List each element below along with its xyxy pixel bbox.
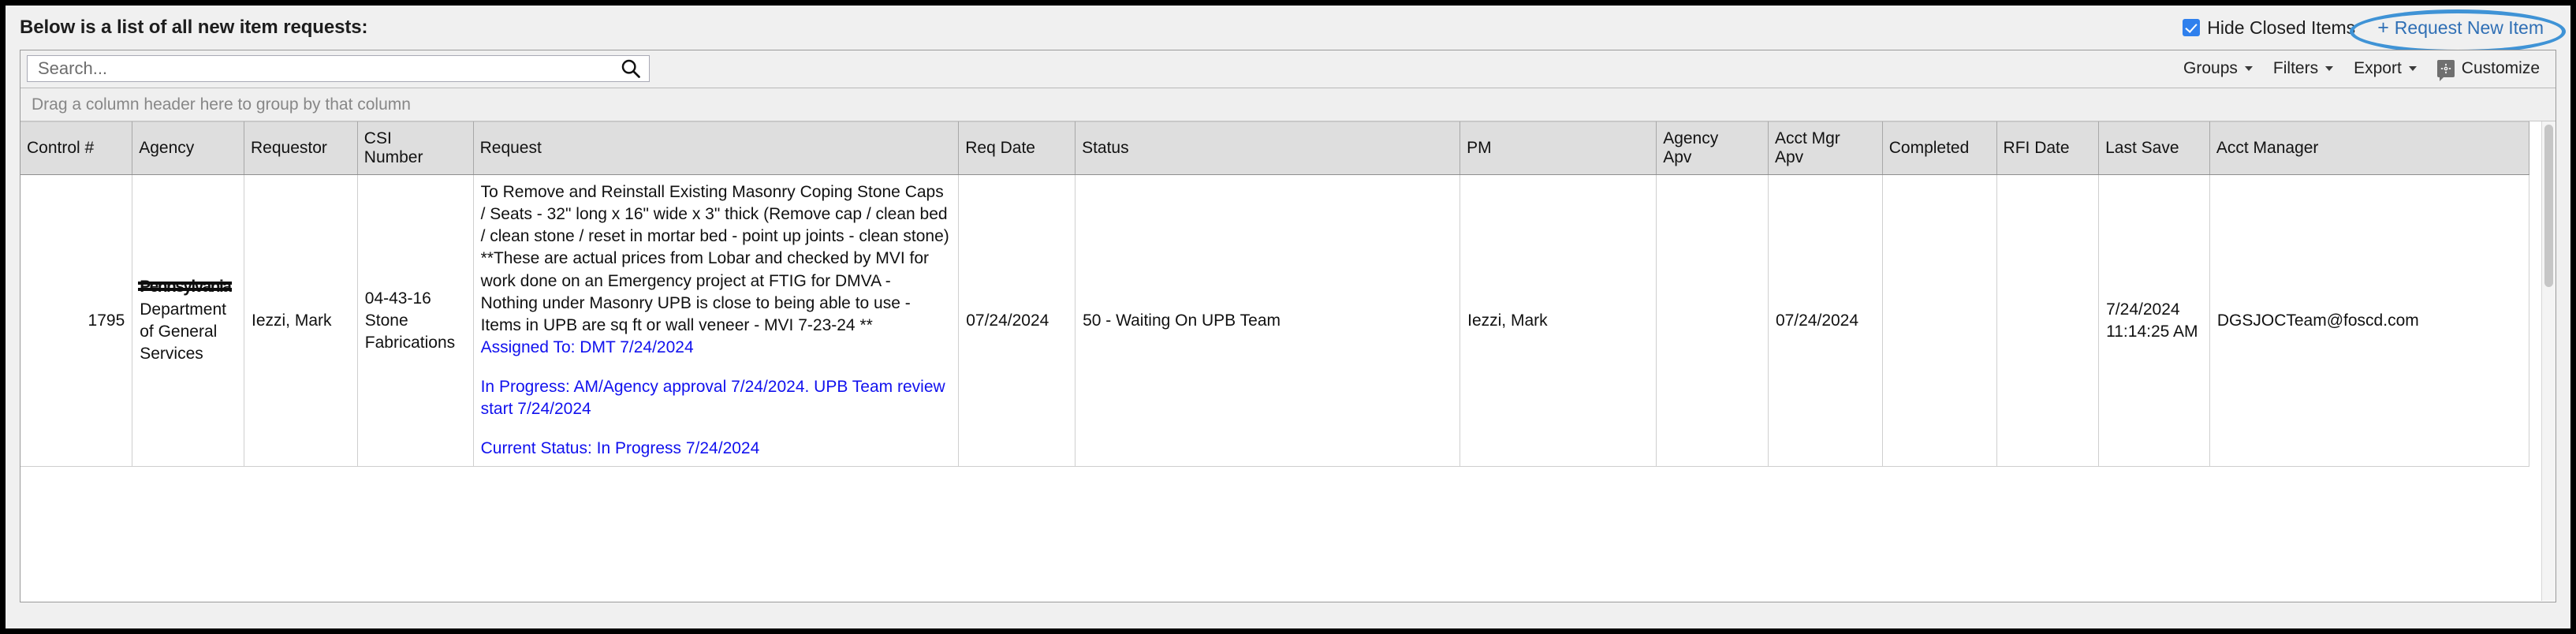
scrollbar-thumb[interactable] bbox=[2544, 125, 2553, 287]
column-header-label: RFI Date bbox=[2003, 139, 2070, 157]
cell-agency-text: Department of General Services bbox=[140, 300, 226, 363]
export-label: Export bbox=[2354, 59, 2402, 77]
column-header-label-line1: Agency bbox=[1663, 129, 1719, 147]
filters-dropdown[interactable]: Filters bbox=[2272, 59, 2334, 78]
column-header-control-number[interactable]: Control # bbox=[21, 121, 133, 175]
cell-control-number[interactable]: 1795 bbox=[21, 174, 133, 468]
data-grid-panel: Search... Groups Filters Export Customiz… bbox=[20, 50, 2556, 602]
column-header-request[interactable]: Request bbox=[473, 121, 960, 175]
cell-rfi-date bbox=[1996, 174, 2100, 468]
request-description: To Remove and Reinstall Existing Masonry… bbox=[480, 183, 949, 334]
column-header-label-line2: Number bbox=[363, 148, 423, 166]
column-header-req-date[interactable]: Req Date bbox=[958, 121, 1076, 175]
column-header-csi-number[interactable]: CSI Number bbox=[357, 121, 474, 175]
page-title: Below is a list of all new item requests… bbox=[20, 17, 368, 38]
column-header-status[interactable]: Status bbox=[1075, 121, 1461, 175]
header-actions: Hide Closed Items + Request New Item bbox=[2183, 16, 2556, 40]
cell-last-save: 7/24/2024 11:14:25 AM bbox=[2098, 174, 2210, 468]
column-header-label: PM bbox=[1467, 139, 1492, 157]
request-current-status-note: Current Status: In Progress 7/24/2024 bbox=[480, 439, 760, 458]
column-header-label: Request bbox=[479, 139, 542, 157]
column-header-label: Acct Manager bbox=[2216, 139, 2319, 157]
column-header-label: Completed bbox=[1888, 139, 1970, 157]
column-header-label: Status bbox=[1082, 139, 1129, 157]
chevron-down-icon bbox=[2325, 66, 2334, 71]
cell-request: To Remove and Reinstall Existing Masonry… bbox=[473, 174, 960, 468]
grid-scroll-area: Control # Agency Requestor CSI Number Re… bbox=[21, 121, 2555, 601]
checkbox-checked-icon[interactable] bbox=[2183, 19, 2201, 36]
gear-icon bbox=[2436, 60, 2455, 81]
column-header-acct-mgr-apv[interactable]: Acct Mgr Apv bbox=[1768, 121, 1883, 175]
column-header-acct-manager[interactable]: Acct Manager bbox=[2209, 121, 2530, 175]
search-input[interactable]: Search... bbox=[27, 55, 650, 82]
column-header-agency-apv[interactable]: Agency Apv bbox=[1656, 121, 1769, 175]
customize-label: Customize bbox=[2461, 59, 2540, 77]
column-header-completed[interactable]: Completed bbox=[1882, 121, 1997, 175]
table-header-row: Control # Agency Requestor CSI Number Re… bbox=[21, 121, 2530, 175]
grid-toolbar-actions: Groups Filters Export Customize bbox=[2183, 59, 2549, 81]
cell-agency-apv bbox=[1656, 174, 1769, 468]
column-header-label-line1: Acct Mgr bbox=[1774, 129, 1840, 147]
groups-dropdown[interactable]: Groups bbox=[2183, 59, 2253, 78]
column-header-label: Requestor bbox=[251, 139, 327, 157]
request-in-progress-note: In Progress: AM/Agency approval 7/24/202… bbox=[480, 378, 945, 419]
cell-req-date: 07/24/2024 bbox=[958, 174, 1076, 468]
requests-table: Control # Agency Requestor CSI Number Re… bbox=[21, 121, 2530, 468]
column-header-label-line2: Apv bbox=[1774, 148, 1804, 166]
cell-agency: Pennsylvania Department of General Servi… bbox=[132, 174, 244, 468]
cell-requestor: Iezzi, Mark bbox=[244, 174, 358, 468]
cell-pm: Iezzi, Mark bbox=[1459, 174, 1657, 468]
page-header: Below is a list of all new item requests… bbox=[6, 6, 2570, 54]
column-header-requestor[interactable]: Requestor bbox=[244, 121, 358, 175]
column-header-label: Control # bbox=[27, 139, 95, 157]
search-icon[interactable] bbox=[617, 55, 644, 82]
cell-csi-number: 04-43-16 Stone Fabrications bbox=[357, 174, 474, 468]
column-header-label: Agency bbox=[139, 139, 195, 157]
grid-toolbar: Search... Groups Filters Export Customiz… bbox=[21, 50, 2555, 88]
column-header-label: Last Save bbox=[2105, 139, 2179, 157]
groups-label: Groups bbox=[2183, 59, 2238, 77]
cell-status: 50 - Waiting On UPB Team bbox=[1075, 174, 1461, 468]
customize-button[interactable]: Customize bbox=[2436, 59, 2540, 81]
grid-vertical-scrollbar[interactable] bbox=[2541, 121, 2555, 601]
chevron-down-icon bbox=[2244, 66, 2253, 71]
request-new-item-label: Request New Item bbox=[2394, 17, 2544, 38]
application-window: Below is a list of all new item requests… bbox=[0, 0, 2576, 634]
column-header-label-line1: CSI bbox=[363, 129, 392, 147]
plus-icon: + bbox=[2377, 16, 2389, 39]
column-header-rfi-date[interactable]: RFI Date bbox=[1996, 121, 2100, 175]
filters-label: Filters bbox=[2272, 59, 2319, 77]
table-row[interactable]: 1795 Pennsylvania Department of General … bbox=[21, 174, 2530, 468]
cell-acct-mgr-apv: 07/24/2024 bbox=[1768, 174, 1883, 468]
hide-closed-items-label: Hide Closed Items bbox=[2207, 17, 2356, 38]
search-input-placeholder: Search... bbox=[38, 58, 108, 78]
cell-completed bbox=[1882, 174, 1997, 468]
request-new-item-button[interactable]: + Request New Item bbox=[2369, 16, 2552, 40]
chevron-down-icon bbox=[2408, 66, 2417, 71]
request-assigned-note: Assigned To: DMT 7/24/2024 bbox=[480, 338, 694, 356]
column-header-pm[interactable]: PM bbox=[1459, 121, 1657, 175]
redacted-agency-text: Pennsylvania bbox=[138, 276, 233, 298]
group-by-drop-area[interactable]: Drag a column header here to group by th… bbox=[21, 88, 2555, 121]
column-header-label: Req Date bbox=[965, 139, 1035, 157]
column-header-label-line2: Apv bbox=[1663, 148, 1692, 166]
column-header-last-save[interactable]: Last Save bbox=[2098, 121, 2210, 175]
cell-acct-manager: DGSJOCTeam@foscd.com bbox=[2209, 174, 2530, 468]
column-header-agency[interactable]: Agency bbox=[132, 121, 244, 175]
hide-closed-items-checkbox[interactable]: Hide Closed Items bbox=[2183, 17, 2355, 39]
export-dropdown[interactable]: Export bbox=[2354, 59, 2417, 78]
